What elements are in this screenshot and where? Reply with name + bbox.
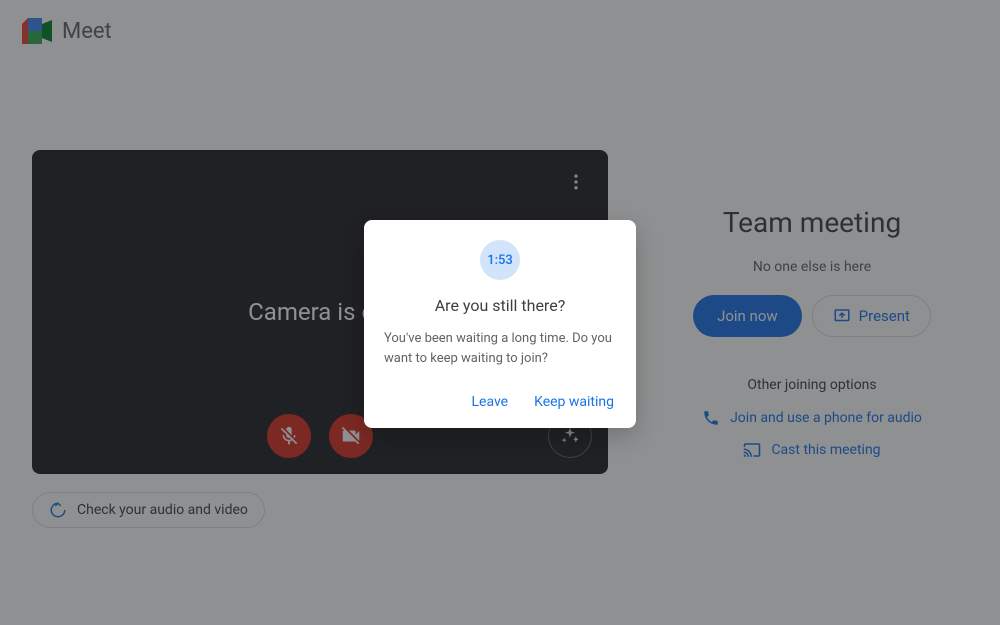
dialog-body: You've been waiting a long time. Do you … — [384, 329, 616, 368]
leave-button[interactable]: Leave — [470, 388, 511, 416]
dialog-title: Are you still there? — [384, 296, 616, 315]
keep-waiting-button[interactable]: Keep waiting — [532, 388, 616, 416]
still-there-dialog: 1:53 Are you still there? You've been wa… — [364, 220, 636, 428]
timer-badge: 1:53 — [480, 240, 520, 280]
